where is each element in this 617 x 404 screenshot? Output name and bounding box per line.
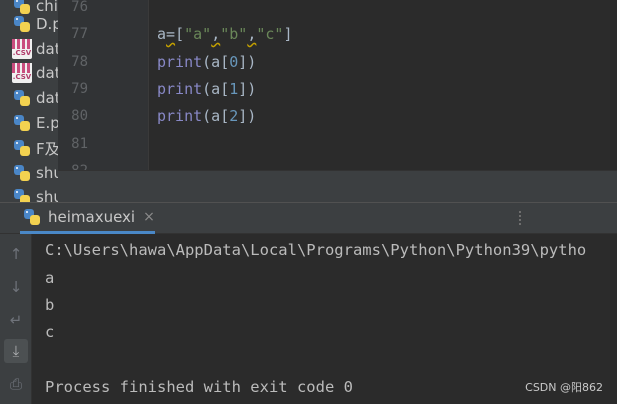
line-number: 76	[71, 0, 88, 15]
csv-file-icon: .CSV	[12, 39, 32, 59]
line-number: 81	[71, 136, 88, 152]
token-text: (a[	[202, 80, 230, 98]
tree-item[interactable]: shu	[0, 161, 58, 185]
line-number: 80	[71, 108, 88, 124]
tree-item[interactable]: .CSV dat	[0, 61, 58, 85]
python-file-icon	[12, 187, 32, 202]
token-builtin: print	[157, 53, 203, 71]
up-arrow-icon[interactable]: ↑	[4, 242, 28, 266]
drag-handle-icon[interactable]	[519, 211, 521, 225]
tree-item[interactable]: D.p	[0, 12, 58, 36]
token-builtin: print	[157, 80, 203, 98]
console-line: C:\Users\hawa\AppData\Local\Programs\Pyt…	[45, 241, 587, 259]
watermark: CSDN @阳862	[525, 381, 603, 394]
token-number: 2	[229, 107, 239, 125]
soft-wrap-icon[interactable]: ↵	[4, 308, 28, 332]
python-run-icon	[22, 207, 42, 227]
token-number: 0	[229, 53, 239, 71]
tree-item-label: shu	[36, 164, 58, 182]
scroll-to-end-icon[interactable]: ⤓	[4, 339, 28, 363]
token-text: ])	[238, 53, 257, 71]
run-tab-bar: heimaxuexi ×	[0, 202, 617, 234]
python-file-icon	[12, 163, 32, 183]
csv-file-icon: .CSV	[12, 63, 32, 83]
token-string: "b"	[220, 25, 248, 43]
python-file-icon	[12, 88, 32, 108]
line-number: 77	[71, 26, 88, 42]
python-file-icon	[12, 113, 32, 133]
python-file-icon	[12, 14, 32, 34]
console-line: b	[45, 296, 55, 314]
close-icon[interactable]: ×	[143, 209, 155, 225]
console-line: Process finished with exit code 0	[45, 378, 353, 396]
token-string: "a"	[184, 25, 212, 43]
tree-item-label: F及	[36, 139, 58, 158]
code-line[interactable]: print(a[0])	[157, 48, 256, 76]
tree-item[interactable]: E.p	[0, 111, 58, 135]
token-comma: ,	[211, 25, 221, 43]
print-icon[interactable]: ⎙	[4, 372, 28, 396]
line-number: 78	[71, 54, 88, 70]
tree-item[interactable]: F及	[0, 136, 58, 160]
run-tab-label: heimaxuexi	[48, 208, 136, 226]
csv-icon-text: .CSV	[12, 73, 32, 81]
run-toolbar: ↑ ↓ ↵ ⤓ ⎙	[0, 234, 32, 404]
token-string: "c"	[256, 25, 284, 43]
token-text: (a[	[202, 53, 230, 71]
token-builtin: print	[157, 107, 203, 125]
token-comma: ,	[247, 25, 257, 43]
token-identifier: a	[157, 25, 167, 43]
token-bracket: ]	[283, 25, 293, 43]
token-text: ])	[238, 80, 257, 98]
csv-icon-text: .CSV	[12, 49, 32, 57]
token-number: 1	[229, 80, 239, 98]
line-number: 79	[71, 81, 88, 97]
tree-item-label: dat	[36, 89, 58, 107]
console-line: c	[45, 323, 55, 341]
editor-gutter: 76 77 78 79 80 81 82	[58, 0, 148, 170]
token-bracket: [	[175, 25, 185, 43]
tree-item-label: dat	[36, 40, 58, 58]
editor-horizontal-scrollbar[interactable]	[58, 170, 617, 202]
code-line[interactable]: print(a[2])	[157, 102, 256, 130]
project-tree: chi D.p .CSV dat .CSV dat dat E.p F及 shu…	[0, 0, 58, 202]
python-file-icon	[12, 138, 32, 158]
code-line[interactable]: a=["a","b","c"]	[157, 20, 292, 48]
run-tab-heimaxuexi[interactable]: heimaxuexi ×	[20, 203, 155, 234]
tree-item-label: shu	[36, 188, 58, 202]
tree-item[interactable]: shu	[0, 185, 58, 202]
line-number: 82	[62, 157, 88, 170]
code-editor[interactable]: a=["a","b","c"] print(a[0]) print(a[1]) …	[149, 0, 617, 170]
token-operator: =	[166, 25, 176, 43]
tree-item-label: D.p	[36, 15, 58, 33]
tree-item-label: dat	[36, 64, 58, 82]
code-line[interactable]: print(a[1])	[157, 75, 256, 103]
token-text: ])	[238, 107, 257, 125]
down-arrow-icon[interactable]: ↓	[4, 275, 28, 299]
tree-item[interactable]: .CSV dat	[0, 37, 58, 61]
console-line: a	[45, 269, 55, 287]
token-text: (a[	[202, 107, 230, 125]
tree-item[interactable]: dat	[0, 86, 58, 110]
tree-item-label: E.p	[36, 114, 58, 132]
